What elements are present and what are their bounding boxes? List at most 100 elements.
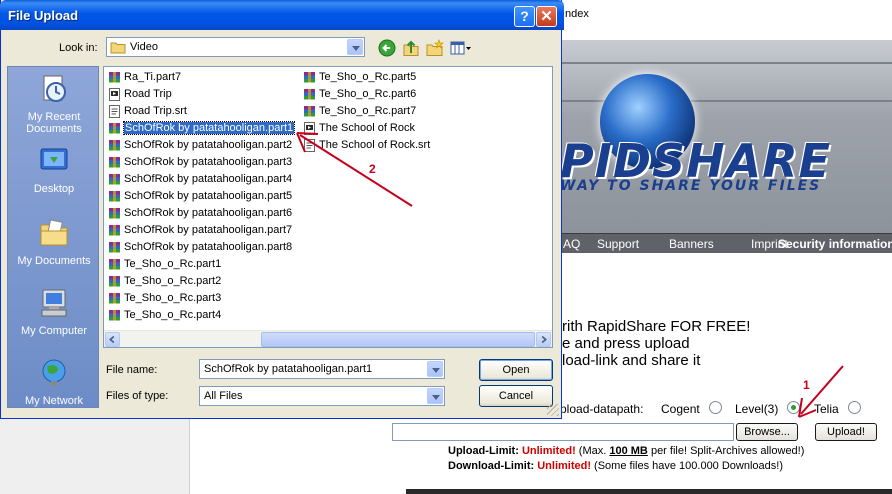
- horizontal-scrollbar[interactable]: [104, 330, 552, 347]
- file-name: SchOfRok by patatahooligan.part8: [124, 241, 293, 253]
- look-in-dropdown[interactable]: Video: [106, 37, 365, 57]
- server-radio-level3[interactable]: [787, 401, 800, 414]
- file-item[interactable]: Te_Sho_o_Rc.part1: [106, 256, 294, 273]
- nav-item-faq[interactable]: AQ: [563, 237, 580, 251]
- promo-line: rith RapidShare FOR FREE!: [562, 318, 751, 335]
- upload-file-path-input[interactable]: [392, 423, 734, 441]
- look-in-value: Video: [130, 41, 158, 53]
- close-button[interactable]: ✕: [536, 6, 557, 27]
- recent-documents-icon: [43, 75, 66, 102]
- nav-item-security-information[interactable]: Security information: [778, 237, 892, 251]
- file-item[interactable]: SchOfRok by patatahooligan.part7: [106, 222, 294, 239]
- file-item[interactable]: Road Trip.srt: [106, 103, 294, 120]
- scroll-right-icon[interactable]: [536, 332, 551, 347]
- rar-archive-icon: [109, 140, 120, 151]
- back-icon[interactable]: [378, 39, 396, 57]
- file-type-dropdown[interactable]: All Files: [199, 386, 445, 406]
- file-item[interactable]: Te_Sho_o_Rc.part7: [301, 103, 430, 120]
- download-limit-value: Unlimited!: [537, 460, 591, 472]
- open-button[interactable]: Open: [479, 359, 553, 381]
- file-item[interactable]: Te_Sho_o_Rc.part4: [106, 307, 294, 324]
- file-name: Te_Sho_o_Rc.part5: [319, 71, 417, 83]
- file-name-input[interactable]: SchOfRok by patatahooligan.part1: [199, 359, 445, 379]
- rar-archive-icon: [109, 242, 120, 253]
- rar-archive-icon: [304, 72, 315, 83]
- subtitle-file-icon: [109, 105, 120, 118]
- file-name-value: SchOfRok by patatahooligan.part1: [204, 363, 373, 375]
- dialog-titlebar[interactable]: File Upload ? ✕: [0, 0, 564, 30]
- up-folder-icon[interactable]: [402, 39, 420, 57]
- server-label-cogent: Cogent: [661, 402, 700, 416]
- place-desktop[interactable]: Desktop: [8, 145, 100, 195]
- place-label: Desktop: [33, 183, 75, 195]
- rar-archive-icon: [109, 157, 120, 168]
- rar-archive-icon: [304, 89, 315, 100]
- file-column-1: Ra_Ti.part7 Road Trip Road Trip.srt SchOfRo…: [106, 69, 296, 324]
- file-item[interactable]: SchOfRok by patatahooligan.part5: [106, 188, 294, 205]
- file-item[interactable]: The School of Rock: [301, 120, 430, 137]
- place-my-network[interactable]: My Network: [8, 357, 100, 407]
- file-item[interactable]: Ra_Ti.part7: [106, 69, 294, 86]
- server-label-level3: Level(3): [735, 402, 779, 416]
- annotation-label-1: 1: [803, 378, 810, 392]
- download-limit-text: Download-Limit: Unlimited! (Some files h…: [448, 460, 783, 472]
- file-name: SchOfRok by patatahooligan.part7: [124, 224, 293, 236]
- file-item[interactable]: Te_Sho_o_Rc.part2: [106, 273, 294, 290]
- resize-grip-icon[interactable]: [547, 404, 559, 416]
- upload-button[interactable]: Upload!: [815, 423, 877, 441]
- scroll-left-icon[interactable]: [105, 332, 120, 347]
- place-label: My Documents: [17, 255, 91, 267]
- desktop-icon: [40, 148, 68, 170]
- index-link[interactable]: Index: [562, 8, 589, 20]
- video-file-icon: [304, 122, 315, 135]
- promo-line: load-link and share it: [562, 352, 701, 369]
- scrollbar-thumb[interactable]: [261, 332, 535, 347]
- help-button[interactable]: ?: [514, 6, 535, 27]
- file-name: Te_Sho_o_Rc.part2: [124, 275, 222, 287]
- file-item[interactable]: SchOfRok by patatahooligan.part2: [106, 137, 294, 154]
- file-item[interactable]: Te_Sho_o_Rc.part3: [106, 290, 294, 307]
- place-my-recent-documents[interactable]: My Recent Documents: [8, 73, 100, 135]
- views-menu-icon[interactable]: [450, 39, 472, 57]
- file-item-selected[interactable]: SchOfRok by patatahooligan.part1: [106, 120, 296, 137]
- file-item[interactable]: SchOfRok by patatahooligan.part4: [106, 171, 294, 188]
- browse-button[interactable]: Browse...: [736, 423, 798, 441]
- file-item[interactable]: Road Trip: [106, 86, 294, 103]
- download-limit-post: (Some files have 100.000 Downloads!): [591, 460, 783, 472]
- chevron-down-icon[interactable]: [347, 39, 363, 55]
- new-folder-icon[interactable]: [426, 39, 444, 57]
- server-radio-telia[interactable]: [848, 401, 861, 414]
- download-limit-label: Download-Limit:: [448, 460, 535, 472]
- chevron-down-icon[interactable]: [427, 361, 443, 377]
- video-file-icon: [109, 88, 120, 101]
- file-name: SchOfRok by patatahooligan.part2: [124, 139, 293, 151]
- upload-limit-max: 100 MB: [609, 445, 648, 457]
- place-my-documents[interactable]: My Documents: [8, 217, 100, 267]
- server-label-telia: Telia: [814, 402, 839, 416]
- places-bar: My Recent Documents Desktop My Documents: [7, 66, 99, 408]
- file-item[interactable]: Te_Sho_o_Rc.part6: [301, 86, 430, 103]
- file-name-label: File name:: [106, 364, 158, 376]
- place-label: My Network: [24, 395, 84, 407]
- promo-line: e and press upload: [562, 335, 690, 352]
- file-item[interactable]: SchOfRok by patatahooligan.part8: [106, 239, 294, 256]
- nav-item-support[interactable]: Support: [597, 237, 639, 251]
- rar-archive-icon: [109, 191, 120, 202]
- nav-item-banners[interactable]: Banners: [669, 237, 714, 251]
- file-name: Te_Sho_o_Rc.part7: [319, 105, 417, 117]
- my-computer-icon: [41, 289, 67, 317]
- file-item[interactable]: The School of Rock.srt: [301, 137, 430, 154]
- cancel-button[interactable]: Cancel: [479, 385, 553, 407]
- file-item[interactable]: SchOfRok by patatahooligan.part3: [106, 154, 294, 171]
- server-radio-cogent[interactable]: [709, 401, 722, 414]
- chevron-down-icon[interactable]: [427, 388, 443, 404]
- upload-limit-label: Upload-Limit:: [448, 445, 519, 457]
- subtitle-file-icon: [304, 139, 315, 152]
- file-item[interactable]: Te_Sho_o_Rc.part5: [301, 69, 430, 86]
- file-item[interactable]: SchOfRok by patatahooligan.part6: [106, 205, 294, 222]
- site-nav: AQ Support Banners Imprint Security info…: [560, 233, 892, 253]
- place-my-computer[interactable]: My Computer: [8, 287, 100, 337]
- rapidshare-tagline: WAY TO SHARE YOUR FILES: [560, 178, 822, 194]
- file-name: Ra_Ti.part7: [124, 71, 182, 83]
- rar-archive-icon: [109, 123, 120, 134]
